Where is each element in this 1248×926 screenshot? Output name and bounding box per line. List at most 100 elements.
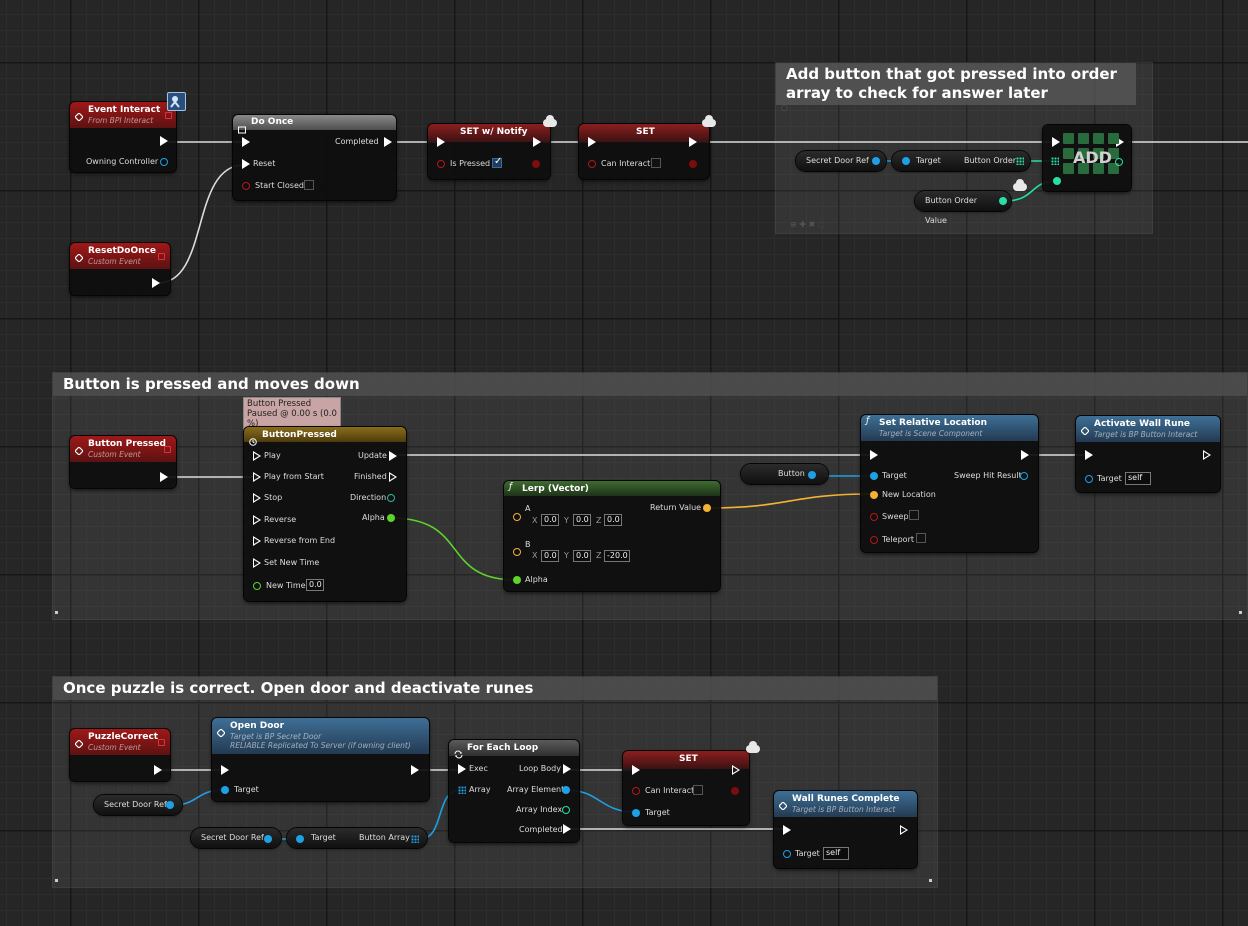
is-pressed-checkbox[interactable] bbox=[492, 156, 502, 168]
secret-door-ref-out-pin[interactable] bbox=[872, 157, 880, 165]
can-interact-in-pin[interactable] bbox=[588, 160, 596, 168]
reset-do-once-header[interactable]: ResetDoOnce Custom Event bbox=[70, 243, 170, 269]
timeline-header[interactable]: ButtonPressed bbox=[244, 427, 406, 446]
activate-wall-rune-node[interactable]: Activate Wall Rune Target is BP Button I… bbox=[1076, 416, 1220, 492]
lerp-alpha-pin[interactable] bbox=[513, 576, 521, 584]
reset-exec-pin[interactable] bbox=[242, 159, 250, 169]
exec-out-pin[interactable] bbox=[900, 825, 908, 835]
start-closed-checkbox[interactable] bbox=[304, 180, 314, 190]
exec-in-pin[interactable] bbox=[870, 450, 878, 460]
teleport-pin[interactable] bbox=[870, 536, 878, 544]
for-each-loop-node[interactable]: For Each Loop Exec Array Loop Body Array… bbox=[449, 740, 579, 842]
exec-in-pin[interactable] bbox=[458, 764, 466, 774]
new-time-field[interactable]: 0.0 bbox=[306, 579, 324, 591]
play-pin[interactable] bbox=[253, 451, 261, 461]
awr-target-pin[interactable] bbox=[1085, 475, 1093, 483]
exec-out-pin[interactable] bbox=[411, 765, 419, 775]
set-can-interact-node-2[interactable]: SET Can Interact Target bbox=[623, 751, 749, 825]
can-interact-2-out-pin[interactable] bbox=[731, 787, 739, 795]
is-pressed-out-pin[interactable] bbox=[532, 160, 540, 168]
update-out-pin[interactable] bbox=[389, 451, 397, 461]
finished-out-pin[interactable] bbox=[389, 472, 397, 482]
a-y-field[interactable]: 0.0 bbox=[573, 514, 591, 526]
event-interact-header[interactable]: Event Interact From BPI Interact bbox=[70, 102, 176, 128]
set-relative-location-header[interactable]: ƒ Set Relative Location Target is Scene … bbox=[861, 415, 1038, 441]
item-in-pin[interactable] bbox=[1053, 177, 1061, 185]
exec-out-pin[interactable] bbox=[689, 137, 697, 147]
for-each-loop-header[interactable]: For Each Loop bbox=[449, 740, 579, 759]
wall-runes-complete-header[interactable]: Wall Runes Complete Target is BP Button … bbox=[774, 791, 917, 817]
delegate-pin-icon[interactable] bbox=[158, 253, 165, 260]
set-target-pin[interactable] bbox=[632, 809, 640, 817]
open-door-target-pin[interactable] bbox=[221, 786, 229, 794]
event-interact-node[interactable]: Event Interact From BPI Interact Owning … bbox=[70, 102, 176, 172]
puzzle-correct-event-node[interactable]: PuzzleCorrect Custom Event bbox=[70, 729, 170, 781]
delegate-pin-icon[interactable] bbox=[164, 446, 171, 453]
return-value-pin[interactable] bbox=[703, 504, 711, 512]
loop-body-out-pin[interactable] bbox=[563, 764, 571, 774]
secret-door-ref-out-pin-2[interactable] bbox=[166, 801, 174, 809]
reset-do-once-node[interactable]: ResetDoOnce Custom Event bbox=[70, 243, 170, 295]
exec-out-pin[interactable] bbox=[533, 137, 541, 147]
delegate-pin-icon[interactable] bbox=[158, 739, 165, 746]
exec-in-pin[interactable] bbox=[1052, 137, 1060, 147]
activate-wall-rune-header[interactable]: Activate Wall Rune Target is BP Button I… bbox=[1076, 416, 1220, 442]
array-add-node[interactable]: ADD bbox=[1043, 125, 1131, 191]
button-order-value-pin[interactable] bbox=[999, 197, 1007, 205]
is-pressed-in-pin[interactable] bbox=[437, 160, 445, 168]
awr-target-field[interactable]: self bbox=[1125, 472, 1151, 485]
button-order-value-var[interactable]: Button Order Value bbox=[915, 191, 1011, 225]
start-closed-pin[interactable] bbox=[242, 182, 250, 190]
button-pressed-event-node[interactable]: Button Pressed Custom Event bbox=[70, 436, 176, 488]
get-button-array-node[interactable]: Target Button Array bbox=[287, 828, 427, 848]
puzzle-correct-header[interactable]: PuzzleCorrect Custom Event bbox=[70, 729, 170, 755]
can-interact-checkbox[interactable] bbox=[651, 158, 661, 168]
array-in-pin[interactable] bbox=[458, 786, 466, 794]
delegate-pin-icon[interactable] bbox=[165, 112, 172, 119]
array-pin-icon[interactable] bbox=[1016, 157, 1024, 165]
srl-target-pin[interactable] bbox=[870, 472, 878, 480]
get-button-order-node[interactable]: Target Button Order bbox=[892, 151, 1030, 171]
do-once-header[interactable]: Do Once bbox=[233, 115, 396, 134]
wall-runes-complete-node[interactable]: Wall Runes Complete Target is BP Button … bbox=[774, 791, 917, 868]
exec-out-completed-pin[interactable] bbox=[384, 137, 392, 147]
exec-out-pin[interactable] bbox=[1021, 450, 1029, 460]
reverse-pin[interactable] bbox=[253, 515, 261, 525]
teleport-checkbox[interactable] bbox=[916, 533, 926, 543]
index-out-pin[interactable] bbox=[1115, 158, 1123, 166]
get-target-pin[interactable] bbox=[902, 157, 910, 165]
owning-controller-pin[interactable] bbox=[160, 158, 168, 166]
play-from-start-pin[interactable] bbox=[253, 472, 261, 482]
button-pressed-event-header[interactable]: Button Pressed Custom Event bbox=[70, 436, 176, 462]
can-interact-2-in-pin[interactable] bbox=[632, 787, 640, 795]
lerp-vector-node[interactable]: ƒ Lerp (Vector) A X 0.0 Y 0.0 Z 0.0 B X … bbox=[504, 481, 720, 591]
array-in-pin[interactable] bbox=[1051, 157, 1059, 165]
set-can-interact-node[interactable]: SET Can Interact bbox=[579, 124, 709, 179]
set-notify-header[interactable]: SET w/ Notify bbox=[428, 124, 550, 142]
open-door-header[interactable]: Open Door Target is BP Secret Door RELIA… bbox=[212, 718, 429, 754]
b-y-field[interactable]: 0.0 bbox=[573, 550, 591, 562]
exec-in-pin[interactable] bbox=[588, 137, 596, 147]
set-notify-node[interactable]: SET w/ Notify Is Pressed bbox=[428, 124, 550, 179]
comment-title-puzzle-correct[interactable]: Once puzzle is correct. Open door and de… bbox=[53, 677, 937, 700]
timeline-node[interactable]: ButtonPressed Play Play from Start Stop … bbox=[244, 427, 406, 601]
set-new-time-pin[interactable] bbox=[253, 558, 261, 568]
exec-in-pin[interactable] bbox=[221, 765, 229, 775]
b-z-field[interactable]: -20.0 bbox=[604, 550, 630, 562]
can-interact-2-checkbox[interactable] bbox=[693, 785, 703, 795]
exec-out-pin[interactable] bbox=[160, 472, 168, 482]
set-can-interact-2-header[interactable]: SET bbox=[623, 751, 749, 769]
exec-in-pin[interactable] bbox=[437, 137, 445, 147]
exec-out-pin[interactable] bbox=[732, 765, 740, 775]
sweep-hit-result-pin[interactable] bbox=[1020, 472, 1028, 480]
do-once-node[interactable]: Do Once Completed Reset Start Closed bbox=[233, 115, 396, 200]
exec-out-pin[interactable] bbox=[152, 278, 160, 288]
can-interact-out-pin[interactable] bbox=[689, 160, 697, 168]
b-x-field[interactable]: 0.0 bbox=[541, 550, 559, 562]
button-var-out-pin[interactable] bbox=[808, 471, 816, 479]
stop-pin[interactable] bbox=[253, 493, 261, 503]
exec-in-pin[interactable] bbox=[632, 765, 640, 775]
exec-in-pin[interactable] bbox=[1085, 450, 1093, 460]
lerp-a-pin[interactable] bbox=[513, 513, 521, 521]
exec-out-pin[interactable] bbox=[160, 136, 168, 146]
